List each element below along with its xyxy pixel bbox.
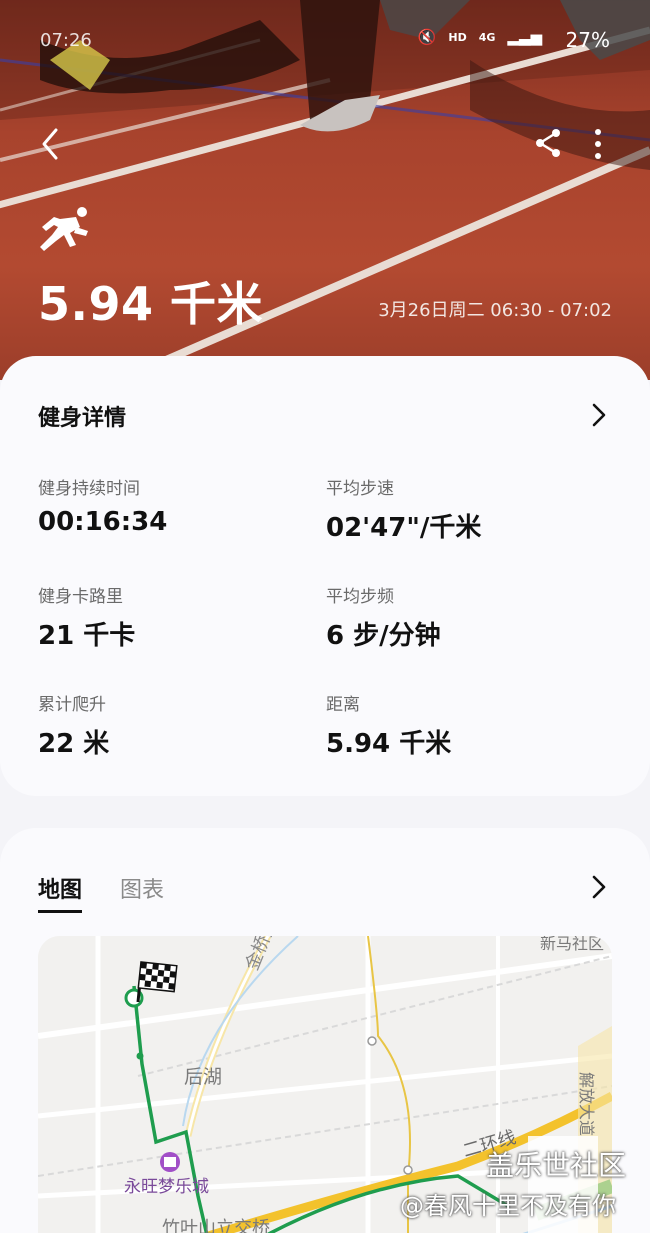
status-time: 07:26	[40, 30, 92, 51]
stat-value: 5.94 千米	[326, 729, 452, 759]
battery-level: 27%	[565, 28, 610, 52]
stat-elevation: 累计爬升 22 米	[38, 690, 109, 760]
share-icon[interactable]	[532, 127, 564, 159]
mute-icon: 🔇	[417, 28, 437, 46]
signal-icon: ▂▃▅	[507, 28, 542, 46]
stat-label: 累计爬升	[38, 695, 106, 715]
stat-value: 02'47"/千米	[326, 513, 482, 543]
stat-label: 健身卡路里	[38, 587, 123, 607]
hero-banner: 07:26 🔇 HD 4G ▂▃▅ 27% 5.94 千米 3月26日周二 06…	[0, 0, 650, 380]
watermark-community: 盖乐世社区	[486, 1149, 627, 1182]
status-bar: 07:26 🔇 HD 4G ▂▃▅ 27%	[0, 28, 650, 56]
back-arrow-icon[interactable]	[36, 124, 66, 164]
workout-details-card: 健身详情 健身持续时间 00:16:34 平均步速 02'47"/千米 健身卡路…	[0, 356, 650, 796]
stat-label: 平均步速	[326, 479, 394, 499]
stat-duration: 健身持续时间 00:16:34	[38, 474, 167, 537]
stat-value: 22 米	[38, 729, 110, 759]
stat-distance: 距离 5.94 千米	[326, 690, 451, 760]
stat-value: 6 步/分钟	[326, 621, 441, 651]
more-options-icon[interactable]	[586, 127, 610, 161]
hd-label: HD	[448, 30, 467, 44]
map-chevron-right-icon[interactable]	[590, 874, 608, 900]
workout-datetime: 3月26日周二 06:30 - 07:02	[378, 300, 612, 321]
tab-map[interactable]: 地图	[38, 872, 83, 913]
map-label-district: 新马社区	[540, 936, 605, 953]
stat-label: 平均步频	[326, 587, 394, 607]
stat-cadence: 平均步频 6 步/分钟	[326, 582, 441, 652]
stat-calories: 健身卡路里 21 千卡	[38, 582, 135, 652]
details-chevron-right-icon[interactable]	[590, 402, 608, 428]
stat-value: 00:16:34	[38, 507, 168, 537]
map-label-avenue: 解放大道	[577, 1072, 596, 1137]
map-label-mall: 永旺梦乐城	[124, 1177, 209, 1197]
map-label-lake: 后湖	[184, 1066, 223, 1088]
stat-label: 健身持续时间	[38, 479, 140, 499]
map-label-bridge: 竹叶山立交桥	[162, 1218, 270, 1233]
stat-label: 距离	[326, 695, 360, 715]
running-icon	[40, 207, 88, 251]
network-label: 4G	[478, 30, 496, 44]
stat-avg-pace: 平均步速 02'47"/千米	[326, 474, 481, 544]
details-title: 健身详情	[38, 406, 127, 431]
stat-value: 21 千卡	[38, 621, 136, 651]
total-distance: 5.94 千米	[38, 277, 264, 331]
watermark-author: @春风十里不及有你	[400, 1192, 616, 1220]
tab-chart[interactable]: 图表	[120, 872, 164, 904]
